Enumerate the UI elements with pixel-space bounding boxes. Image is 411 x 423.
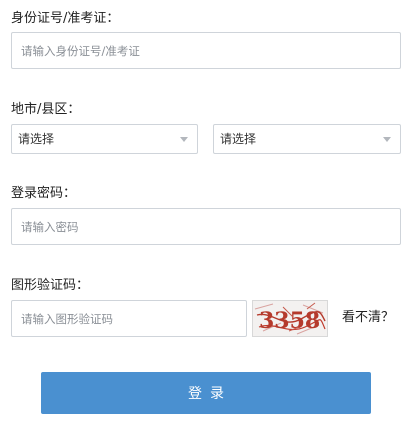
refresh-captcha-link[interactable]: 看不清？ bbox=[342, 310, 394, 326]
id-number-label: 身份证号/准考证： bbox=[11, 11, 120, 26]
chevron-down-icon bbox=[383, 137, 391, 142]
password-label: 登录密码： bbox=[11, 186, 77, 201]
chevron-down-icon bbox=[180, 137, 188, 142]
captcha-label: 图形验证码： bbox=[11, 278, 90, 293]
login-button[interactable]: 登录 bbox=[41, 372, 371, 414]
region-label: 地市/县区： bbox=[11, 102, 81, 117]
id-number-field-wrapper bbox=[11, 32, 401, 69]
county-select[interactable]: 请选择 bbox=[213, 124, 401, 154]
captcha-graphic: 3358 bbox=[253, 301, 327, 336]
captcha-text: 3358 bbox=[259, 308, 320, 334]
county-select-value: 请选择 bbox=[220, 132, 257, 146]
id-number-input[interactable] bbox=[12, 33, 400, 68]
captcha-image[interactable]: 3358 bbox=[252, 300, 328, 337]
captcha-input[interactable] bbox=[12, 301, 246, 336]
city-select[interactable]: 请选择 bbox=[11, 124, 198, 154]
password-input[interactable] bbox=[12, 209, 400, 244]
city-select-value: 请选择 bbox=[18, 132, 55, 146]
password-field-wrapper bbox=[11, 208, 401, 245]
captcha-field-wrapper bbox=[11, 300, 247, 337]
